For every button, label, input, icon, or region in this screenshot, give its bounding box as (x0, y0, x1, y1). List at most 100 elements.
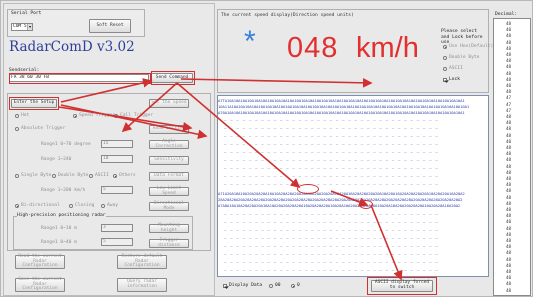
speed-unit: km/h (356, 32, 419, 64)
decimal-value: 48 (506, 64, 512, 70)
decimal-value: 48 (506, 120, 512, 126)
single-byte-radio[interactable] (15, 174, 19, 178)
double-byte-label: Double Byte (58, 173, 89, 178)
decimal-value: 48 (506, 231, 512, 237)
separator-line: — — — — — — — — — — — — — — — — — — — — … (224, 142, 439, 147)
ascii-radio[interactable] (89, 174, 93, 178)
hex-line: 28A20A20A20A28A20A20A20A28A20A20A20A28A2… (218, 197, 463, 202)
hp-range2-label: Range1 0~40 m (41, 240, 77, 245)
ascii-display-label: ASCII (449, 66, 463, 71)
decimal-value: 48 (506, 58, 512, 64)
low-limit-speed-button[interactable]: Low Limit Speed (149, 186, 189, 196)
mounting-height-button[interactable]: Mounting height (149, 223, 189, 233)
absolute-trigger-radio[interactable] (15, 127, 19, 131)
decimal-list[interactable]: 48 48 48 48 48 48 48 48 48 48 48 48 47 47 47 48 48 48 48 48… (493, 18, 531, 296)
double-byte-radio[interactable] (52, 174, 56, 178)
others-label: Others (119, 173, 136, 178)
hex-default-label: Use Hex(Default) (449, 44, 494, 49)
decimal-value: 48 (506, 114, 512, 119)
double-byte-display-label: Double Byte (449, 55, 480, 60)
decimal-value: 48 (506, 157, 512, 163)
decimal-value: 48 (506, 52, 512, 57)
query-radar-info-button[interactable]: Query radar information (117, 278, 167, 292)
decimal-value: 48 (506, 238, 512, 243)
directional-mode-button[interactable]: Directional Mode (149, 201, 189, 211)
separator-line: — — — — — — — — — — — — — — — — — — — — … (224, 118, 439, 123)
separator-line: — — — — — — — — — — — — — — — — — — — — … (224, 228, 439, 233)
hot-radio[interactable] (15, 114, 19, 118)
decimal-value: 48 (506, 33, 512, 39)
option-0-radio[interactable] (291, 284, 295, 288)
hex-line: A71A20A16A10A20A20A20A16A10A20A20A20A20A… (218, 191, 465, 196)
range2-label: Range 1~240 (41, 157, 72, 162)
decimal-value: 48 (506, 169, 512, 175)
range3-input[interactable]: 5 (101, 186, 133, 194)
save-radar-config-button[interactable]: Save the current Radar Configuration (15, 277, 65, 292)
decimal-value: 48 (506, 287, 512, 293)
away-radio[interactable] (101, 204, 105, 208)
set-speed-button[interactable]: Set the Speed (149, 99, 189, 108)
annotation-box (9, 97, 59, 110)
decimal-value: 48 (506, 262, 512, 268)
speed-trigger-radio[interactable] (73, 114, 77, 118)
display-data-checkbox[interactable] (223, 284, 227, 288)
ascii-display-radio[interactable] (443, 67, 447, 71)
decimal-value: 48 (506, 225, 512, 231)
hex-default-radio[interactable] (443, 45, 447, 49)
trigger-distance-button[interactable]: Trigger distance (149, 238, 189, 248)
separator-line: — — — — — — — — — — — — — — — — — — — — … (224, 220, 439, 225)
closing-radio[interactable] (69, 204, 73, 208)
separator-line: — — — — — — — — — — — — — — — — — — — — … (224, 182, 439, 187)
decimal-value: 48 (506, 200, 512, 206)
separator-line: — — — — — — — — — — — — — — — — — — — — … (224, 158, 439, 163)
decimal-value: 48 (506, 275, 512, 281)
annotation-box (151, 71, 195, 85)
speed-trigger-label: Speed Trigger (79, 113, 115, 118)
separator-line: — — — — — — — — — — — — — — — — — — — — … (224, 252, 439, 257)
decimal-value: 48 (506, 188, 512, 194)
hp-range1-input[interactable]: 3 (101, 224, 133, 232)
read-radar-config-button[interactable]: Read the current Radar Configuration (15, 254, 65, 269)
sensitivity-button[interactable]: Sensitivity (149, 156, 189, 165)
separator-line: — — — — — — — — — — — — — — — — — — — — … (224, 244, 439, 249)
lock-checkbox[interactable] (443, 78, 447, 82)
option-00-label: 00 (275, 283, 281, 288)
decimal-value: 48 (506, 27, 512, 33)
app-window: Serial Port COM 5 ▼ Soft Reset RadarComD… (0, 0, 533, 297)
chevron-down-icon: ▼ (27, 24, 32, 30)
serial-port-select[interactable]: COM 5 ▼ (11, 23, 33, 31)
decimal-value: 48 (506, 45, 512, 51)
bidirectional-radio[interactable] (15, 204, 19, 208)
separator-line: — — — — — — — — — — — — — — — — — — — — … (224, 174, 439, 179)
decimal-value: 48 (506, 244, 512, 250)
hex-line: A7A8A16A10A20A20A20A16A10A20A20A20A20A16… (218, 203, 461, 208)
annotation-box (367, 277, 437, 295)
decimal-value: 48 (506, 145, 512, 150)
restore-default-button[interactable]: Restore default Radar Configuration (117, 254, 167, 269)
option-00-radio[interactable] (269, 284, 273, 288)
annotation-box (359, 200, 373, 209)
read-setting-button[interactable]: Read Setting (149, 125, 189, 134)
lock-label: Lock (449, 77, 461, 82)
angle-correction-button[interactable]: Angle Correction (149, 139, 189, 149)
separator-line: — — — — — — — — — — — — — — — — — — — — … (224, 134, 439, 139)
data-format-button[interactable]: Data Format (149, 172, 189, 181)
speed-display-header: The current speed display(Direction spee… (221, 13, 354, 18)
decimal-value: 48 (506, 151, 512, 157)
speed-asterisk: * (244, 25, 256, 58)
data-log-area[interactable]: A7TA10A10A10A10A10A10A10A10A10A10A10A10A… (217, 95, 489, 277)
decimal-value: 48 (506, 21, 512, 26)
others-radio[interactable] (113, 174, 117, 178)
app-title: RadarComD v3.02 (9, 39, 135, 55)
decimal-value: 48 (506, 269, 512, 274)
call-trigger-radio[interactable] (114, 114, 118, 118)
range2-input[interactable]: 10 (101, 155, 133, 163)
decimal-value: 48 (506, 250, 512, 256)
closing-label: Closing (75, 203, 95, 208)
decimal-value: 48 (506, 176, 512, 181)
range1-input[interactable]: 15 (101, 140, 133, 148)
double-byte-display-radio[interactable] (443, 56, 447, 60)
hp-range2-input[interactable]: 5 (101, 238, 133, 246)
soft-reset-button[interactable]: Soft Reset (89, 19, 131, 33)
separator-line: — — — — — — — — — — — — — — — — — — — — … (224, 268, 439, 273)
